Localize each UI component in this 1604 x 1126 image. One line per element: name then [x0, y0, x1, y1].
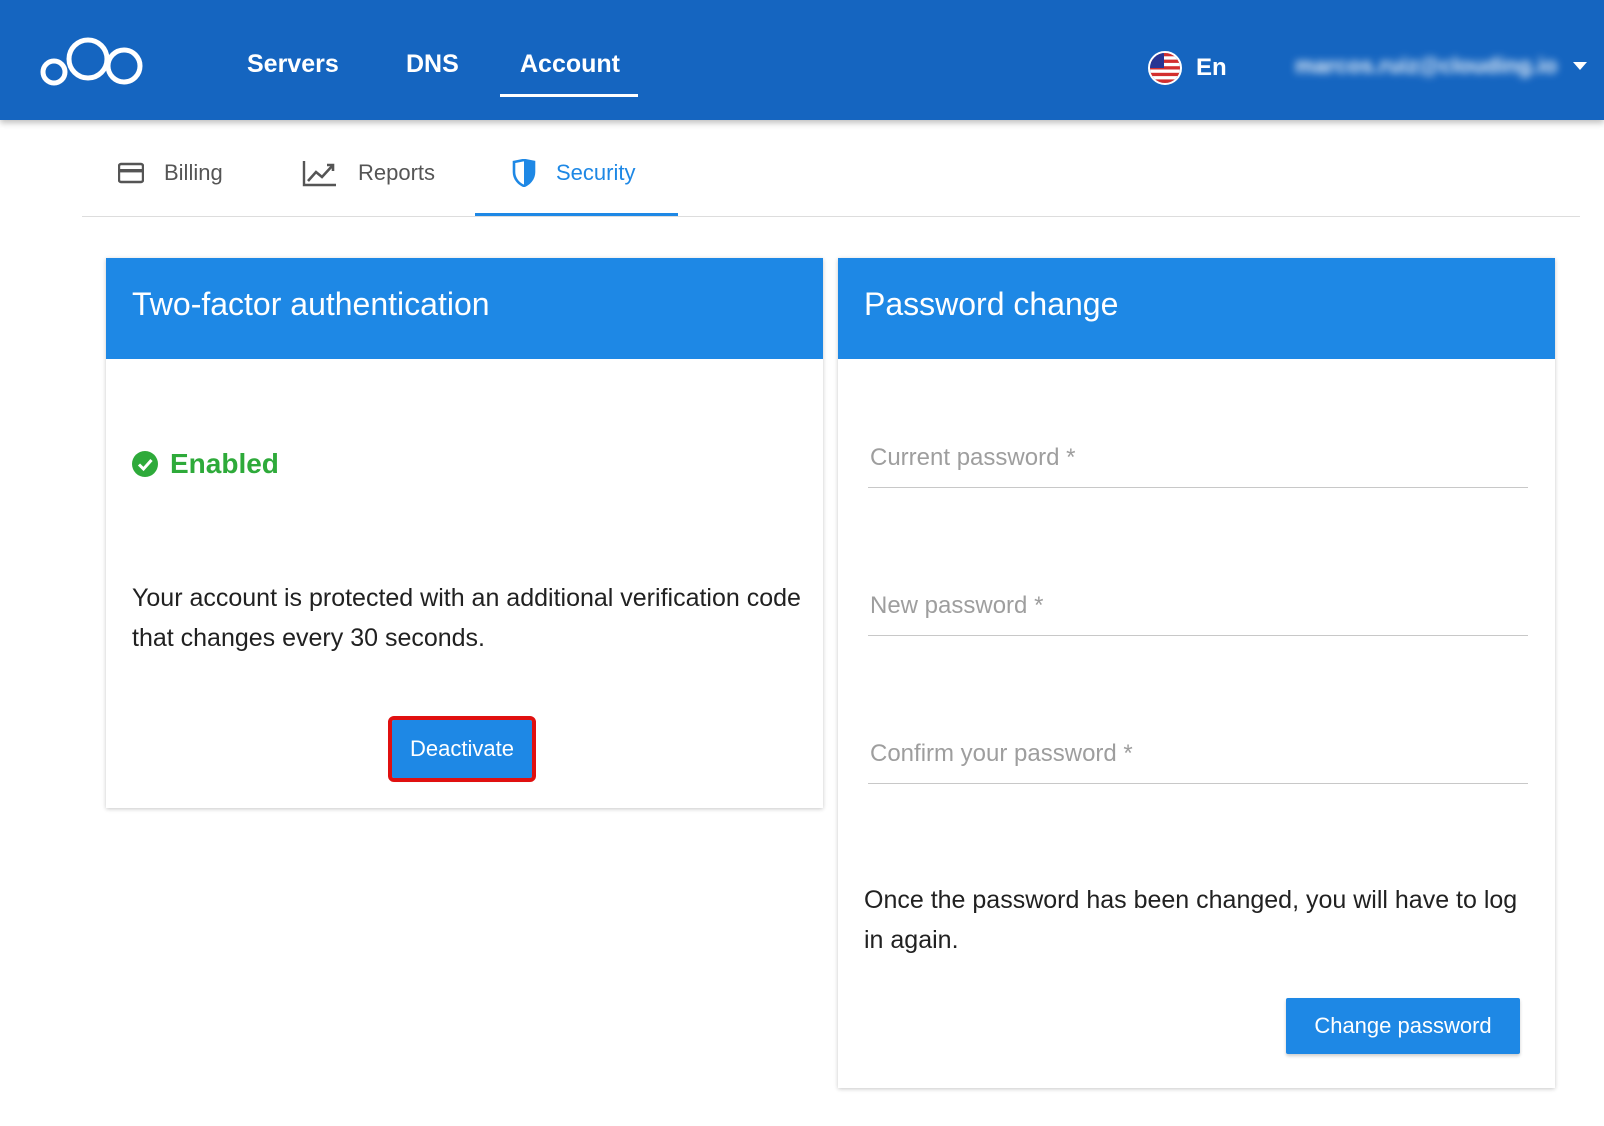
language-label: En: [1196, 54, 1227, 81]
us-flag-icon: [1148, 51, 1182, 85]
status-label: Enabled: [170, 448, 279, 479]
two-factor-status: Enabled: [132, 448, 279, 480]
credit-card-icon: [118, 162, 144, 183]
tab-reports[interactable]: Reports: [302, 128, 435, 217]
trending-up-icon: [302, 160, 336, 186]
password-change-title: Password change: [864, 286, 1119, 322]
new-password-input[interactable]: [868, 576, 1528, 635]
tab-reports-label: Reports: [358, 159, 436, 185]
confirm-password-input[interactable]: [868, 724, 1528, 783]
confirm-password-field: [868, 724, 1528, 784]
two-factor-description: Your account is protected with an additi…: [132, 584, 801, 652]
logo-icon[interactable]: [40, 34, 146, 90]
new-password-field: [868, 576, 1528, 636]
tab-security[interactable]: Security: [512, 128, 635, 217]
change-password-button[interactable]: Change password: [1286, 998, 1520, 1054]
tab-billing[interactable]: Billing: [118, 128, 223, 217]
nav-servers[interactable]: Servers: [247, 44, 339, 84]
nav-active-indicator: [500, 94, 638, 97]
password-change-header: Password change: [838, 258, 1555, 359]
language-selector[interactable]: En: [1148, 49, 1227, 87]
two-factor-header: Two-factor authentication: [106, 258, 823, 359]
account-tabs: Billing Reports Security: [82, 128, 1580, 217]
current-password-input[interactable]: [868, 428, 1528, 487]
current-password-field: [868, 428, 1528, 488]
password-change-card: Password change Once the password has be…: [838, 258, 1555, 1088]
user-menu[interactable]: marcos.ruiz@clouding.io: [1295, 48, 1588, 84]
user-email: marcos.ruiz@clouding.io: [1295, 53, 1558, 78]
two-factor-card: Two-factor authentication Enabled Your a…: [106, 258, 823, 808]
deactivate-button[interactable]: Deactivate: [388, 716, 536, 782]
app-bar: Servers DNS Account En marcos.ruiz@cloud…: [0, 0, 1604, 120]
nav-account[interactable]: Account: [520, 44, 620, 84]
shield-icon: [512, 158, 536, 187]
nav-dns[interactable]: DNS: [406, 44, 459, 84]
tab-security-label: Security: [556, 159, 636, 185]
password-change-note: Once the password has been changed, you …: [864, 886, 1518, 954]
check-circle-icon: [132, 451, 158, 477]
tab-active-indicator: [475, 213, 678, 216]
tab-billing-label: Billing: [164, 159, 223, 185]
caret-down-icon: [1573, 62, 1588, 70]
two-factor-title: Two-factor authentication: [132, 286, 490, 322]
